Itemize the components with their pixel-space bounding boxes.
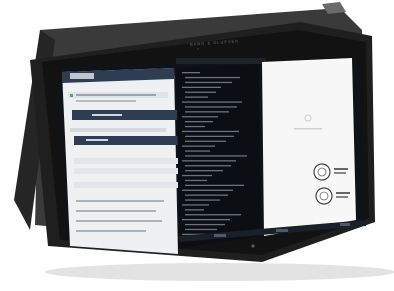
terminal-line [182, 86, 221, 88]
terminal-line [185, 135, 234, 137]
terminal-line [185, 214, 241, 216]
terminal-line [185, 125, 205, 128]
step-text [76, 210, 156, 212]
terminal-line [185, 76, 240, 79]
terminal-line [185, 91, 216, 93]
terminal-line [182, 189, 233, 191]
terminal-line [185, 199, 220, 201]
floor-shadow [45, 263, 394, 281]
terminal-line [185, 170, 223, 172]
terminal-line [185, 121, 213, 123]
terminal-line [185, 184, 244, 186]
step-text [76, 200, 164, 202]
step-row [74, 182, 178, 188]
terminal-line [185, 194, 228, 196]
window-titlebar [176, 58, 266, 64]
terminal-line [182, 219, 230, 221]
terminal-line [185, 150, 210, 152]
terminal-line [182, 72, 200, 74]
step-check-icon [70, 94, 73, 97]
home-button[interactable] [251, 244, 255, 248]
step-text [76, 220, 162, 222]
taskbar-item[interactable] [276, 229, 288, 232]
step-row [74, 158, 178, 164]
terminal-line [185, 106, 237, 108]
terminal-line [185, 209, 204, 211]
terminal-line [185, 228, 217, 231]
taskbar-item[interactable] [340, 223, 350, 226]
terminal-line [182, 204, 209, 206]
terminal-line [182, 160, 236, 162]
terminal-line [182, 116, 218, 118]
document-panel [262, 58, 356, 236]
terminal-line [185, 165, 231, 167]
terminal-line [185, 96, 208, 98]
step-text [76, 94, 156, 96]
terminal-line [185, 140, 226, 142]
step-text [76, 230, 146, 232]
camera-icon [197, 48, 199, 50]
taskbar-item[interactable] [214, 234, 226, 237]
document-text [294, 128, 322, 130]
terminal-line [182, 101, 242, 103]
terminal-line [182, 130, 239, 133]
terminal-line [182, 174, 212, 177]
terminal-line [185, 111, 229, 113]
terminal-line [182, 145, 215, 147]
step-button-label [86, 139, 108, 141]
terminal-line [185, 179, 207, 182]
terminal-line [185, 155, 247, 157]
app-logo [70, 73, 94, 79]
step-row [70, 128, 166, 132]
terminal-line [185, 81, 232, 84]
terminal-line [185, 223, 225, 226]
step-text [76, 100, 136, 102]
step-button[interactable] [72, 110, 178, 120]
step-button-label [92, 114, 122, 116]
step-row [74, 168, 178, 174]
